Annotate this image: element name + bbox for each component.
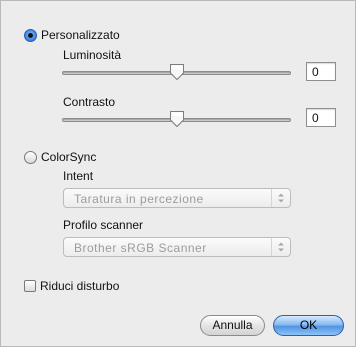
- scanner-profile-popup-value: Brother sRGB Scanner: [74, 241, 207, 255]
- popup-arrows-icon: [271, 189, 290, 207]
- settings-panel: Personalizzato Luminosità 0 Contrasto 0 …: [0, 0, 356, 347]
- contrast-label: Contrasto: [63, 95, 116, 109]
- custom-radio-label[interactable]: Personalizzato: [41, 28, 120, 42]
- updown-arrows-icon: [278, 242, 284, 252]
- brightness-slider-thumb[interactable]: [169, 63, 185, 81]
- brightness-label: Luminosità: [63, 48, 122, 62]
- contrast-value-field[interactable]: 0: [306, 108, 336, 127]
- cancel-button[interactable]: Annulla: [200, 315, 265, 336]
- noise-reduction-label[interactable]: Riduci disturbo: [40, 279, 119, 293]
- popup-arrows-icon: [271, 238, 290, 256]
- colorsync-radio-label[interactable]: ColorSync: [41, 150, 96, 164]
- scanner-profile-popup[interactable]: Brother sRGB Scanner: [63, 237, 291, 257]
- scanner-profile-label: Profilo scanner: [63, 218, 144, 232]
- intent-label: Intent: [63, 169, 94, 183]
- ok-button[interactable]: OK: [273, 315, 344, 336]
- custom-radio[interactable]: [24, 29, 37, 42]
- noise-reduction-checkbox[interactable]: [24, 280, 36, 292]
- brightness-value-field[interactable]: 0: [306, 62, 336, 81]
- updown-arrows-icon: [278, 193, 284, 203]
- contrast-slider-thumb[interactable]: [169, 110, 185, 128]
- intent-popup[interactable]: Taratura in percezione: [63, 188, 291, 208]
- intent-popup-value: Taratura in percezione: [74, 192, 204, 206]
- radio-selected-dot: [28, 33, 33, 38]
- colorsync-radio[interactable]: [24, 151, 37, 164]
